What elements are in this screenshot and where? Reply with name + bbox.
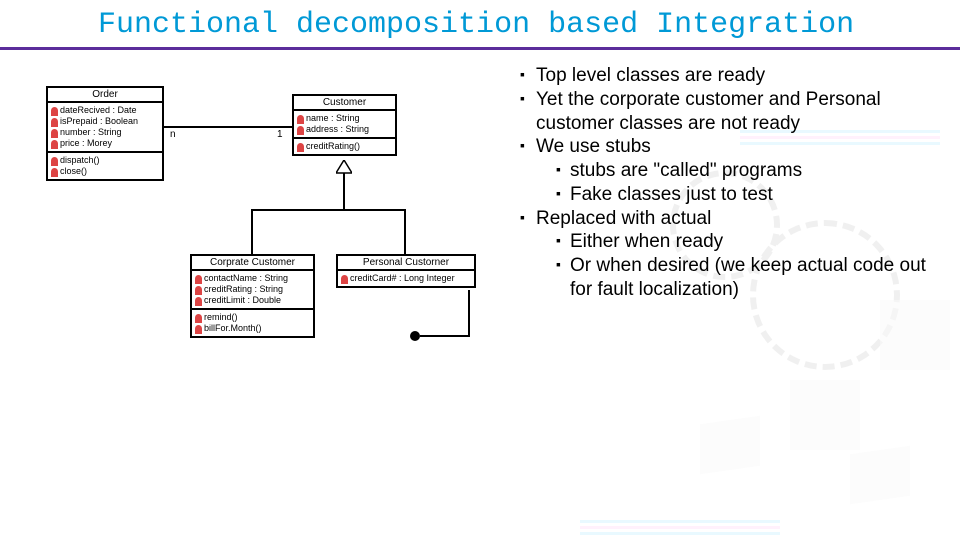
- uml-diagram: Order dateRecived : Date isPrepaid : Boo…: [40, 64, 510, 464]
- bullet-subitem: Fake classes just to test: [554, 183, 930, 207]
- uml-line: [404, 209, 406, 254]
- uml-class-customer: Customer name : String address : String …: [292, 94, 397, 156]
- lock-icon: [51, 129, 58, 136]
- page-title: Functional decomposition based Integrati…: [0, 0, 960, 44]
- lock-icon: [195, 275, 202, 282]
- lock-icon: [341, 275, 348, 282]
- lock-icon: [51, 140, 58, 147]
- lock-icon: [51, 157, 58, 164]
- uml-dot: [410, 331, 420, 341]
- uml-class-title: Personal Custorner: [338, 256, 474, 271]
- uml-class-title: Order: [48, 88, 162, 103]
- uml-multiplicity: 1: [277, 129, 283, 140]
- lock-icon: [297, 143, 304, 150]
- lock-icon: [51, 107, 58, 114]
- bullet-subitem: stubs are "called" programs: [554, 159, 930, 183]
- uml-class-title: Customer: [294, 96, 395, 111]
- lock-icon: [195, 325, 202, 332]
- lock-icon: [297, 126, 304, 133]
- uml-line: [468, 290, 470, 337]
- lock-icon: [51, 168, 58, 175]
- uml-line: [251, 209, 253, 254]
- uml-class-personal: Personal Custorner creditCard# : Long In…: [336, 254, 476, 288]
- uml-multiplicity: n: [170, 129, 176, 140]
- lock-icon: [195, 297, 202, 304]
- bullet-item: Yet the corporate customer and Personal …: [518, 88, 930, 136]
- uml-class-corporate: Corprate Customer contactName : String c…: [190, 254, 315, 338]
- bullet-list-panel: Top level classes are ready Yet the corp…: [510, 64, 930, 464]
- uml-class-order: Order dateRecived : Date isPrepaid : Boo…: [46, 86, 164, 181]
- bullet-item: Top level classes are ready: [518, 64, 930, 88]
- uml-line: [251, 209, 406, 211]
- bullet-subitem: Or when desired (we keep actual code out…: [554, 254, 930, 302]
- bullet-item: We use stubs stubs are "called" programs…: [518, 135, 930, 206]
- lock-icon: [195, 314, 202, 321]
- bullet-subitem: Either when ready: [554, 230, 930, 254]
- uml-line: [343, 173, 345, 210]
- bullet-item: Replaced with actual Either when ready O…: [518, 207, 930, 302]
- lock-icon: [297, 115, 304, 122]
- uml-class-title: Corprate Customer: [192, 256, 313, 271]
- lock-icon: [51, 118, 58, 125]
- uml-line: [420, 335, 470, 337]
- lock-icon: [195, 286, 202, 293]
- uml-generalization-arrow: [336, 160, 352, 174]
- uml-association-line: [164, 126, 292, 128]
